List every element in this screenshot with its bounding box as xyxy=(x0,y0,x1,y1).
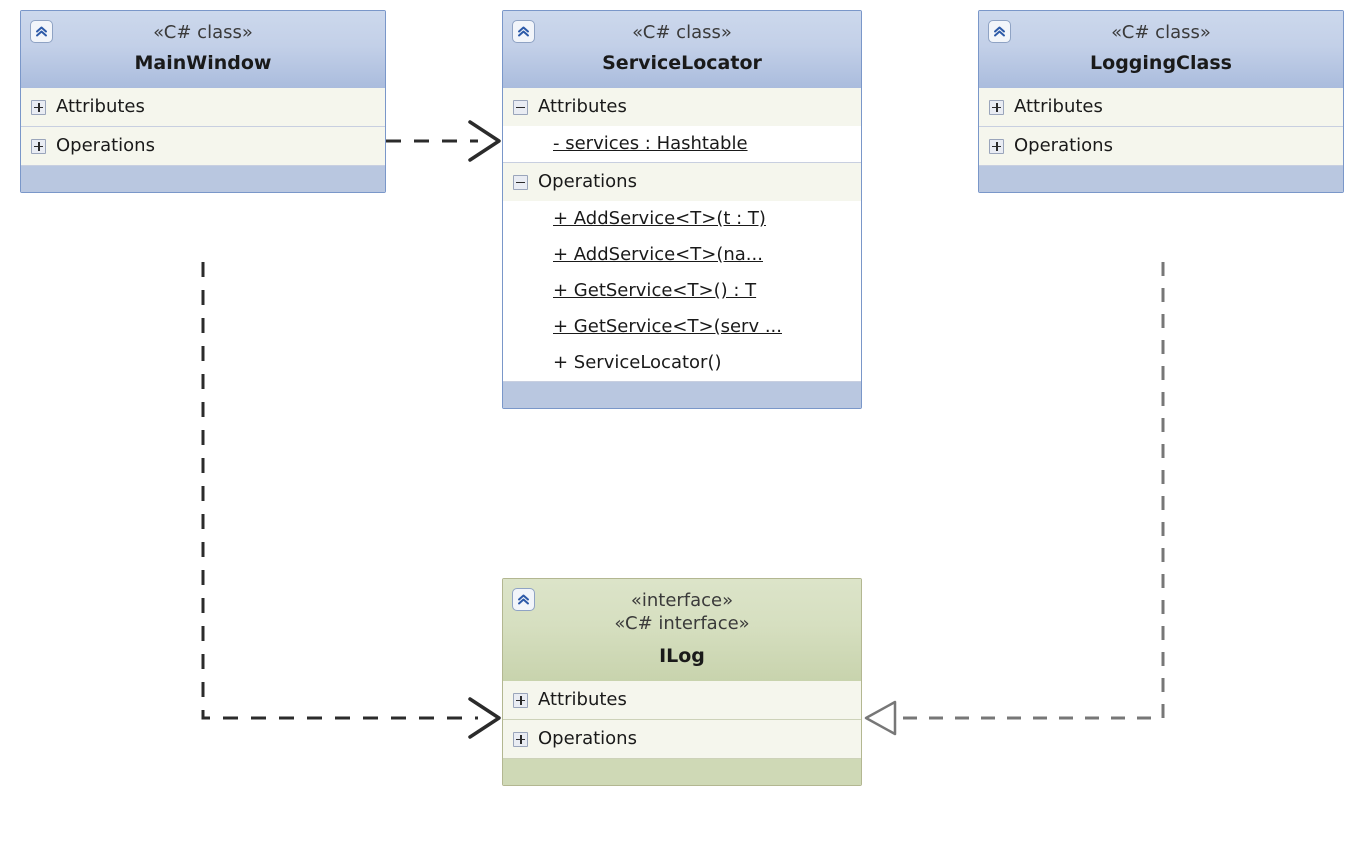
compartment-label: Attributes xyxy=(56,96,145,117)
uml-interface-ilog[interactable]: «interface» «C# interface» ILog Attribut… xyxy=(502,578,862,786)
node-title: ILog xyxy=(659,645,705,667)
operation-list: + AddService<T>(t : T) + AddService<T>(n… xyxy=(503,201,861,381)
node-compartments: Attributes - services : Hashtable Operat… xyxy=(503,88,861,381)
compartment-operations[interactable]: Operations xyxy=(21,126,385,165)
expand-plus-icon[interactable] xyxy=(513,692,528,708)
edge-mainwindow-to-ilog[interactable] xyxy=(201,262,501,739)
node-header: «interface» «C# interface» ILog xyxy=(503,579,861,681)
uml-class-logging-class[interactable]: «C# class» LoggingClass Attributes Opera… xyxy=(978,10,1344,193)
diagram-canvas: «C# class» MainWindow Attributes Operati… xyxy=(0,0,1370,868)
compartment-label: Operations xyxy=(1014,135,1113,156)
collapse-chevron-icon[interactable] xyxy=(988,20,1011,43)
list-item[interactable]: + AddService<T>(t : T) xyxy=(503,201,861,237)
expand-plus-icon[interactable] xyxy=(989,138,1004,154)
dependency-line xyxy=(201,262,478,720)
compartment-label: Attributes xyxy=(538,96,627,117)
node-footer xyxy=(503,758,861,785)
uml-class-main-window[interactable]: «C# class» MainWindow Attributes Operati… xyxy=(20,10,386,193)
list-item[interactable]: + GetService<T>(serv ... xyxy=(503,309,861,345)
open-arrow-icon xyxy=(468,120,501,162)
compartment-attributes[interactable]: Attributes xyxy=(21,88,385,126)
collapse-chevron-icon[interactable] xyxy=(512,588,535,611)
attribute-list: - services : Hashtable xyxy=(503,126,861,162)
node-header: «C# class» MainWindow xyxy=(21,11,385,88)
node-footer xyxy=(21,165,385,192)
node-title: LoggingClass xyxy=(1090,52,1232,74)
compartment-label: Operations xyxy=(538,171,637,192)
node-compartments: Attributes Operations xyxy=(21,88,385,165)
compartment-attributes[interactable]: Attributes xyxy=(979,88,1343,126)
node-stereotype: «interface» xyxy=(630,590,734,611)
node-compartments: Attributes Operations xyxy=(979,88,1343,165)
node-title: MainWindow xyxy=(134,52,272,74)
realization-line xyxy=(894,262,1165,720)
node-stereotype: «C# class» xyxy=(1111,22,1211,43)
compartment-label: Attributes xyxy=(1014,96,1103,117)
list-item[interactable]: + ServiceLocator() xyxy=(503,345,861,381)
compartment-label: Attributes xyxy=(538,689,627,710)
expand-plus-icon[interactable] xyxy=(31,99,46,115)
collapse-chevron-icon[interactable] xyxy=(30,20,53,43)
list-item[interactable]: + GetService<T>() : T xyxy=(503,273,861,309)
compartment-attributes[interactable]: Attributes xyxy=(503,88,861,126)
edge-loggingclass-to-ilog[interactable] xyxy=(864,262,1165,736)
node-footer xyxy=(979,165,1343,192)
expand-plus-icon[interactable] xyxy=(989,99,1004,115)
collapse-chevron-icon[interactable] xyxy=(512,20,535,43)
compartment-label: Operations xyxy=(538,728,637,749)
edge-mainwindow-to-servicelocator[interactable] xyxy=(386,120,501,162)
hollow-triangle-icon xyxy=(864,700,897,736)
compartment-operations[interactable]: Operations xyxy=(979,126,1343,165)
compartment-attributes[interactable]: Attributes xyxy=(503,681,861,719)
expand-plus-icon[interactable] xyxy=(31,138,46,154)
node-compartments: Attributes Operations xyxy=(503,681,861,758)
list-item[interactable]: - services : Hashtable xyxy=(503,126,861,162)
uml-class-service-locator[interactable]: «C# class» ServiceLocator Attributes - s… xyxy=(502,10,862,409)
compartment-label: Operations xyxy=(56,135,155,156)
open-arrow-icon xyxy=(468,697,501,739)
collapse-minus-icon[interactable] xyxy=(513,174,528,190)
node-stereotype-language: «C# interface» xyxy=(614,613,750,634)
compartment-operations[interactable]: Operations xyxy=(503,162,861,201)
expand-plus-icon[interactable] xyxy=(513,731,528,747)
list-item[interactable]: + AddService<T>(na... xyxy=(503,237,861,273)
compartment-operations[interactable]: Operations xyxy=(503,719,861,758)
collapse-minus-icon[interactable] xyxy=(513,99,528,115)
node-title: ServiceLocator xyxy=(602,52,762,74)
node-header: «C# class» LoggingClass xyxy=(979,11,1343,88)
node-header: «C# class» ServiceLocator xyxy=(503,11,861,88)
node-stereotype: «C# class» xyxy=(632,22,732,43)
node-footer xyxy=(503,381,861,408)
node-stereotype: «C# class» xyxy=(153,22,253,43)
